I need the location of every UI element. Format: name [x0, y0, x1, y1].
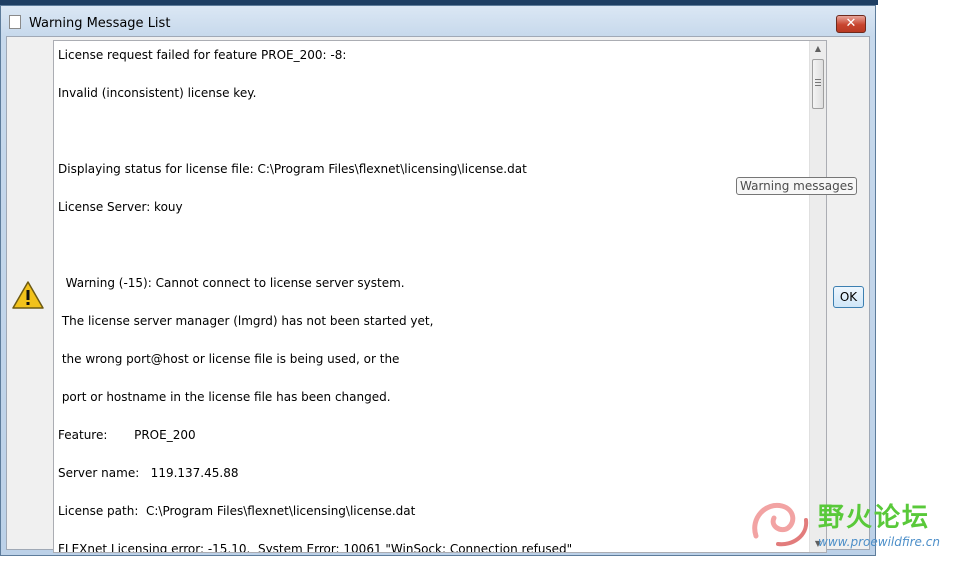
message-line	[58, 369, 808, 388]
message-line	[58, 521, 808, 540]
close-icon: ✕	[845, 16, 857, 31]
message-line: Feature: PROE_200	[58, 428, 196, 442]
message-line: FLEXnet Licensing error: -15,10. System …	[58, 542, 573, 553]
message-line	[58, 293, 808, 312]
message-line	[58, 483, 808, 502]
message-line	[58, 236, 808, 255]
message-line	[58, 331, 808, 350]
message-line	[58, 103, 808, 122]
message-line: the wrong port@host or license file is b…	[58, 352, 400, 366]
message-line: Warning (-15): Cannot connect to license…	[58, 276, 405, 290]
message-lines: License request failed for feature PROE_…	[58, 46, 808, 553]
window-title: Warning Message List	[29, 16, 171, 31]
message-line	[58, 122, 808, 141]
message-line	[58, 179, 808, 198]
vertical-scrollbar[interactable]: ▲ ▼	[809, 41, 826, 552]
ok-button[interactable]: OK	[833, 286, 864, 308]
warning-icon	[12, 281, 44, 309]
scroll-thumb[interactable]	[812, 59, 824, 109]
message-line	[58, 445, 808, 464]
message-line	[58, 255, 808, 274]
message-line	[58, 65, 808, 84]
message-line: Invalid (inconsistent) license key.	[58, 86, 257, 100]
message-line: Server name: 119.137.45.88	[58, 466, 239, 480]
window-icon	[9, 15, 21, 29]
message-line	[58, 217, 808, 236]
message-line	[58, 407, 808, 426]
dialog-body: License request failed for feature PROE_…	[6, 36, 870, 553]
message-list[interactable]: License request failed for feature PROE_…	[53, 40, 827, 553]
message-line: Displaying status for license file: C:\P…	[58, 162, 527, 176]
message-line	[58, 141, 808, 160]
message-line: License Server: kouy	[58, 200, 183, 214]
tooltip: Warning messages	[736, 177, 858, 195]
message-line: port or hostname in the license file has…	[58, 390, 391, 404]
message-line: License request failed for feature PROE_…	[58, 48, 347, 62]
scroll-up-arrow-icon[interactable]: ▲	[810, 41, 826, 57]
close-button[interactable]: ✕	[836, 15, 866, 33]
title-bar[interactable]: Warning Message List ✕	[1, 6, 875, 36]
message-line: The license server manager (lmgrd) has n…	[58, 314, 434, 328]
warning-dialog: Warning Message List ✕ License request f…	[0, 5, 876, 556]
message-line: License path: C:\Program Files\flexnet\l…	[58, 504, 416, 518]
scroll-down-arrow-icon[interactable]: ▼	[810, 536, 826, 552]
